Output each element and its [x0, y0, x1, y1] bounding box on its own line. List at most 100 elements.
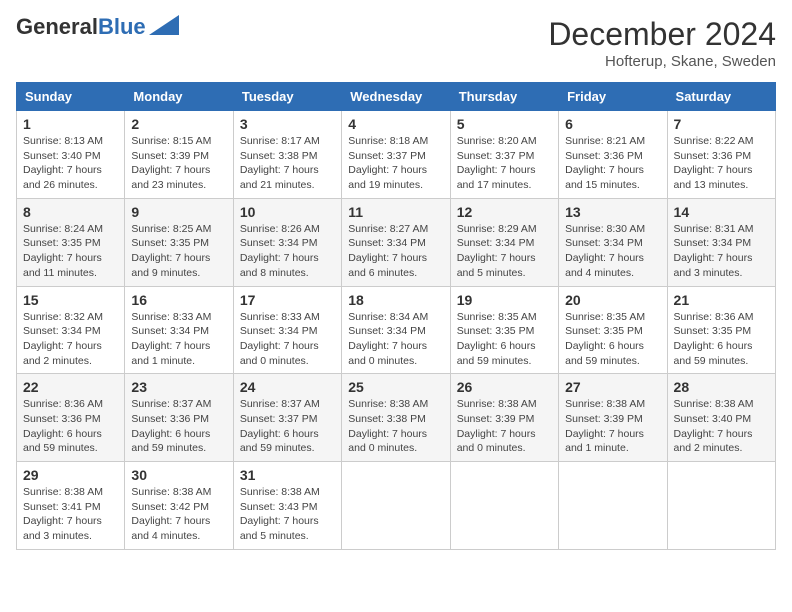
- day-number: 23: [131, 379, 226, 395]
- day-info: Sunrise: 8:21 AMSunset: 3:36 PMDaylight:…: [565, 134, 660, 193]
- day-info: Sunrise: 8:22 AMSunset: 3:36 PMDaylight:…: [674, 134, 769, 193]
- month-title: December 2024: [548, 16, 776, 53]
- day-info: Sunrise: 8:38 AMSunset: 3:39 PMDaylight:…: [565, 397, 660, 456]
- day-number: 8: [23, 204, 118, 220]
- day-info: Sunrise: 8:38 AMSunset: 3:40 PMDaylight:…: [674, 397, 769, 456]
- day-number: 5: [457, 116, 552, 132]
- day-number: 28: [674, 379, 769, 395]
- day-number: 1: [23, 116, 118, 132]
- calendar-cell: [559, 462, 667, 550]
- day-number: 29: [23, 467, 118, 483]
- calendar-cell: 15 Sunrise: 8:32 AMSunset: 3:34 PMDayligh…: [17, 286, 125, 374]
- day-info: Sunrise: 8:24 AMSunset: 3:35 PMDaylight:…: [23, 222, 118, 281]
- day-number: 19: [457, 292, 552, 308]
- day-info: Sunrise: 8:34 AMSunset: 3:34 PMDaylight:…: [348, 310, 443, 369]
- day-number: 22: [23, 379, 118, 395]
- calendar-cell: 22 Sunrise: 8:36 AMSunset: 3:36 PMDayligh…: [17, 374, 125, 462]
- day-info: Sunrise: 8:26 AMSunset: 3:34 PMDaylight:…: [240, 222, 335, 281]
- calendar-cell: 14 Sunrise: 8:31 AMSunset: 3:34 PMDayligh…: [667, 198, 775, 286]
- calendar-week-5: 29 Sunrise: 8:38 AMSunset: 3:41 PMDayligh…: [17, 462, 776, 550]
- weekday-header-row: SundayMondayTuesdayWednesdayThursdayFrid…: [17, 83, 776, 111]
- day-info: Sunrise: 8:32 AMSunset: 3:34 PMDaylight:…: [23, 310, 118, 369]
- calendar-cell: 9Sunrise: 8:25 AMSunset: 3:35 PMDaylight…: [125, 198, 233, 286]
- day-info: Sunrise: 8:20 AMSunset: 3:37 PMDaylight:…: [457, 134, 552, 193]
- day-info: Sunrise: 8:31 AMSunset: 3:34 PMDaylight:…: [674, 222, 769, 281]
- calendar-cell: 19Sunrise: 8:35 AMSunset: 3:35 PMDayligh…: [450, 286, 558, 374]
- day-info: Sunrise: 8:36 AMSunset: 3:36 PMDaylight:…: [23, 397, 118, 456]
- day-info: Sunrise: 8:29 AMSunset: 3:34 PMDaylight:…: [457, 222, 552, 281]
- calendar-cell: 30 Sunrise: 8:38 AMSunset: 3:42 PMDayligh…: [125, 462, 233, 550]
- day-number: 26: [457, 379, 552, 395]
- weekday-thursday: Thursday: [450, 83, 558, 111]
- weekday-wednesday: Wednesday: [342, 83, 450, 111]
- calendar-cell: 2Sunrise: 8:15 AMSunset: 3:39 PMDaylight…: [125, 111, 233, 199]
- calendar-table: SundayMondayTuesdayWednesdayThursdayFrid…: [16, 82, 776, 550]
- calendar-cell: [667, 462, 775, 550]
- page-header: GeneralBlue December 2024 Hofterup, Skan…: [16, 16, 776, 70]
- day-info: Sunrise: 8:38 AMSunset: 3:43 PMDaylight:…: [240, 485, 335, 544]
- day-number: 14: [674, 204, 769, 220]
- calendar-cell: 23 Sunrise: 8:37 AMSunset: 3:36 PMDayligh…: [125, 374, 233, 462]
- calendar-cell: 17 Sunrise: 8:33 AMSunset: 3:34 PMDayligh…: [233, 286, 341, 374]
- day-number: 21: [674, 292, 769, 308]
- calendar-cell: 20Sunrise: 8:35 AMSunset: 3:35 PMDayligh…: [559, 286, 667, 374]
- day-info: Sunrise: 8:37 AMSunset: 3:37 PMDaylight:…: [240, 397, 335, 456]
- day-info: Sunrise: 8:17 AMSunset: 3:38 PMDaylight:…: [240, 134, 335, 193]
- day-number: 31: [240, 467, 335, 483]
- day-info: Sunrise: 8:33 AMSunset: 3:34 PMDaylight:…: [131, 310, 226, 369]
- calendar-cell: 3 Sunrise: 8:17 AMSunset: 3:38 PMDaylight…: [233, 111, 341, 199]
- calendar-cell: 26 Sunrise: 8:38 AMSunset: 3:39 PMDayligh…: [450, 374, 558, 462]
- day-number: 10: [240, 204, 335, 220]
- calendar-week-3: 15 Sunrise: 8:32 AMSunset: 3:34 PMDayligh…: [17, 286, 776, 374]
- day-number: 4: [348, 116, 443, 132]
- day-info: Sunrise: 8:38 AMSunset: 3:42 PMDaylight:…: [131, 485, 226, 544]
- calendar-week-4: 22 Sunrise: 8:36 AMSunset: 3:36 PMDayligh…: [17, 374, 776, 462]
- day-number: 3: [240, 116, 335, 132]
- day-info: Sunrise: 8:27 AMSunset: 3:34 PMDaylight:…: [348, 222, 443, 281]
- calendar-cell: [342, 462, 450, 550]
- calendar-cell: 25 Sunrise: 8:38 AMSunset: 3:38 PMDayligh…: [342, 374, 450, 462]
- calendar-cell: 12 Sunrise: 8:29 AMSunset: 3:34 PMDayligh…: [450, 198, 558, 286]
- day-number: 30: [131, 467, 226, 483]
- day-number: 2: [131, 116, 226, 132]
- calendar-cell: 1 Sunrise: 8:13 AMSunset: 3:40 PMDaylight…: [17, 111, 125, 199]
- day-number: 15: [23, 292, 118, 308]
- calendar-cell: [450, 462, 558, 550]
- day-info: Sunrise: 8:38 AMSunset: 3:39 PMDaylight:…: [457, 397, 552, 456]
- day-info: Sunrise: 8:35 AMSunset: 3:35 PMDaylight:…: [565, 310, 660, 369]
- calendar-cell: 27Sunrise: 8:38 AMSunset: 3:39 PMDayligh…: [559, 374, 667, 462]
- day-info: Sunrise: 8:30 AMSunset: 3:34 PMDaylight:…: [565, 222, 660, 281]
- day-number: 11: [348, 204, 443, 220]
- day-number: 17: [240, 292, 335, 308]
- day-number: 12: [457, 204, 552, 220]
- calendar-cell: 4 Sunrise: 8:18 AMSunset: 3:37 PMDaylight…: [342, 111, 450, 199]
- calendar-cell: 28 Sunrise: 8:38 AMSunset: 3:40 PMDayligh…: [667, 374, 775, 462]
- day-number: 25: [348, 379, 443, 395]
- day-info: Sunrise: 8:18 AMSunset: 3:37 PMDaylight:…: [348, 134, 443, 193]
- day-info: Sunrise: 8:38 AMSunset: 3:41 PMDaylight:…: [23, 485, 118, 544]
- day-number: 13: [565, 204, 660, 220]
- day-number: 16: [131, 292, 226, 308]
- calendar-cell: 18 Sunrise: 8:34 AMSunset: 3:34 PMDayligh…: [342, 286, 450, 374]
- calendar-cell: 16 Sunrise: 8:33 AMSunset: 3:34 PMDayligh…: [125, 286, 233, 374]
- calendar-cell: 7Sunrise: 8:22 AMSunset: 3:36 PMDaylight…: [667, 111, 775, 199]
- logo-blue: Blue: [98, 14, 146, 39]
- day-number: 6: [565, 116, 660, 132]
- day-info: Sunrise: 8:25 AMSunset: 3:35 PMDaylight:…: [131, 222, 226, 281]
- day-info: Sunrise: 8:13 AMSunset: 3:40 PMDaylight:…: [23, 134, 118, 193]
- calendar-cell: 31 Sunrise: 8:38 AMSunset: 3:43 PMDayligh…: [233, 462, 341, 550]
- weekday-monday: Monday: [125, 83, 233, 111]
- day-info: Sunrise: 8:36 AMSunset: 3:35 PMDaylight:…: [674, 310, 769, 369]
- calendar-week-1: 1 Sunrise: 8:13 AMSunset: 3:40 PMDaylight…: [17, 111, 776, 199]
- logo-icon: [149, 15, 179, 35]
- day-number: 18: [348, 292, 443, 308]
- day-number: 24: [240, 379, 335, 395]
- day-info: Sunrise: 8:37 AMSunset: 3:36 PMDaylight:…: [131, 397, 226, 456]
- day-info: Sunrise: 8:38 AMSunset: 3:38 PMDaylight:…: [348, 397, 443, 456]
- weekday-tuesday: Tuesday: [233, 83, 341, 111]
- calendar-cell: 29 Sunrise: 8:38 AMSunset: 3:41 PMDayligh…: [17, 462, 125, 550]
- calendar-cell: 5 Sunrise: 8:20 AMSunset: 3:37 PMDaylight…: [450, 111, 558, 199]
- weekday-sunday: Sunday: [17, 83, 125, 111]
- day-info: Sunrise: 8:33 AMSunset: 3:34 PMDaylight:…: [240, 310, 335, 369]
- logo: GeneralBlue: [16, 16, 179, 38]
